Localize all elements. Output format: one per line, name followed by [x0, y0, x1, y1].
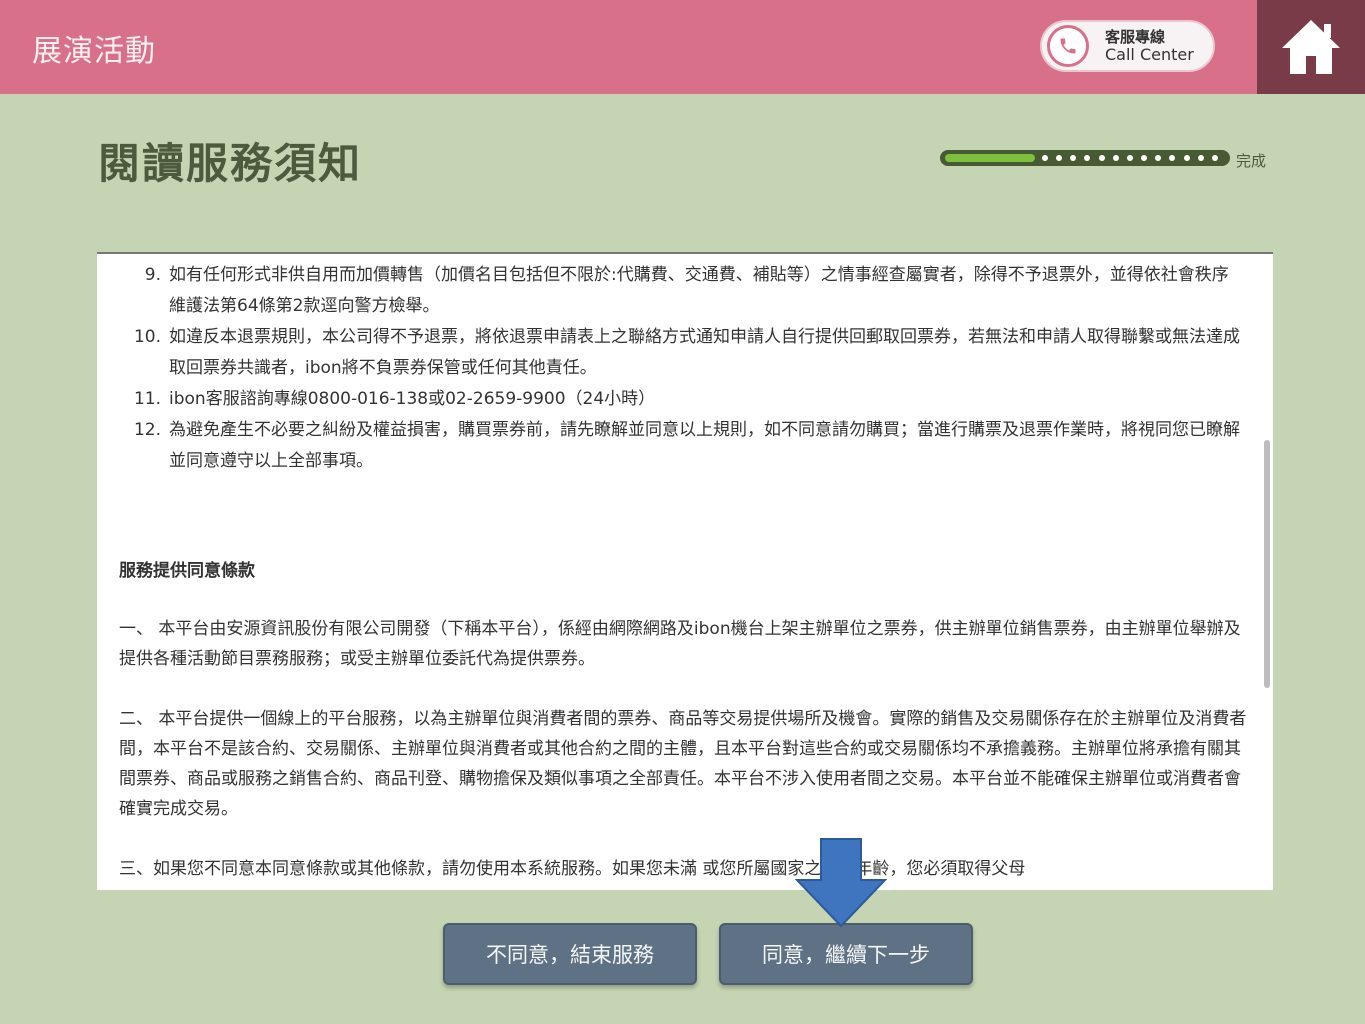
terms-paragraph-3: 三、如果您不同意本同意條款或其他條款，請勿使用本系統服務。如果您未滿 或您所屬國…: [119, 859, 1026, 879]
disagree-button[interactable]: 不同意，結束服務: [443, 923, 697, 985]
phone-icon: [1047, 25, 1089, 67]
terms-section-title: 服務提供同意條款: [119, 561, 255, 581]
progress-fill: [945, 154, 1035, 162]
list-item: 10. 如違反本退票規則，本公司得不予退票，將依退票申請表上之聯絡方式通知申請人…: [133, 327, 1240, 378]
call-center-label-en: Call Center: [1105, 45, 1194, 64]
progress-bar: [940, 150, 1230, 166]
page-title: 閱讀服務須知: [98, 139, 363, 188]
list-item: 12. 為避免產生不必要之糾紛及權益損害，購買票券前，請先瞭解並同意以上規則，如…: [133, 420, 1240, 471]
progress-label: 完成: [1236, 152, 1267, 170]
top-bar: 展演活動 客服專線 Call Center: [0, 0, 1365, 94]
terms-content[interactable]: 9. 如有任何形式非供自用而加價轉售（加價名目包括但不限於:代購費、交通費、補貼…: [97, 252, 1273, 890]
terms-paragraph-2: 二、 本平台提供一個線上的平台服務，以為主辦單位與消費者間的票券、商品等交易提供…: [119, 709, 1247, 819]
scrollbar-thumb[interactable]: [1264, 440, 1270, 688]
rules-list: 9. 如有任何形式非供自用而加價轉售（加價名目包括但不限於:代購費、交通費、補貼…: [127, 260, 1242, 477]
home-icon: [1282, 20, 1340, 74]
list-item: 11. ibon客服諮詢專線0800-016-138或02-2659-9900（…: [133, 389, 656, 409]
terms-paragraph-1: 一、 本平台由安源資訊股份有限公司開發（下稱本平台），係經由網際網路及ibon機…: [119, 619, 1241, 669]
call-center-button[interactable]: 客服專線 Call Center: [1040, 20, 1215, 72]
call-center-label-zh: 客服專線: [1105, 28, 1166, 46]
app-title: 展演活動: [32, 34, 156, 69]
home-button[interactable]: [1257, 0, 1365, 94]
progress-dots: [1042, 155, 1218, 161]
list-item: 9. 如有任何形式非供自用而加價轉售（加價名目包括但不限於:代購費、交通費、補貼…: [144, 265, 1229, 316]
agree-button[interactable]: 同意，繼續下一步: [719, 923, 973, 985]
arrow-down-icon: [795, 838, 887, 928]
